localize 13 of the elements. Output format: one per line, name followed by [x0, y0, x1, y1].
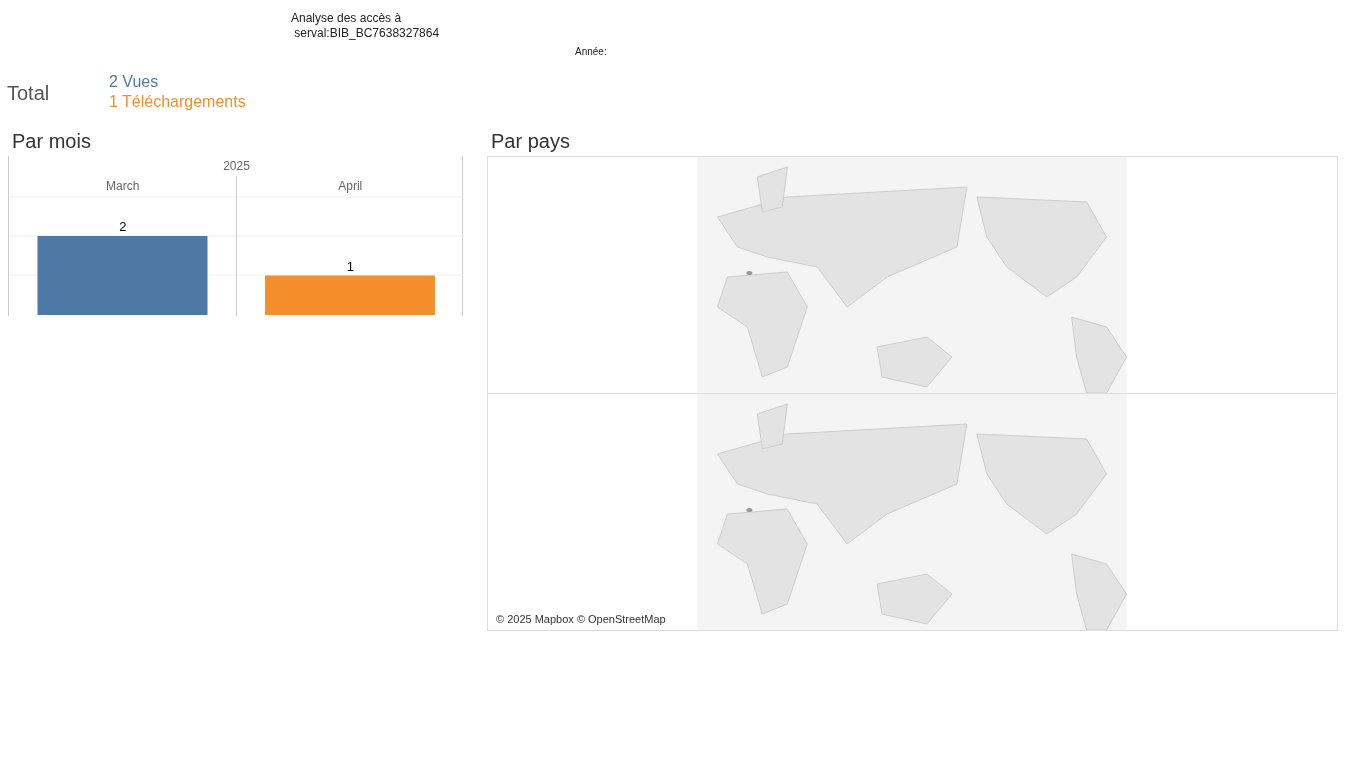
data-label: 2: [119, 219, 127, 234]
report-title: Analyse des accès à: [291, 11, 403, 26]
total-count: 1 Téléchargements: [109, 93, 246, 110]
year-header: 2025: [223, 159, 250, 173]
axis-label: March: [106, 179, 140, 193]
total-count: 2 Vues: [109, 73, 159, 90]
year-filter-label: Année:: [575, 46, 607, 57]
axis-label: April: [338, 179, 363, 193]
data-label: 1: [346, 258, 354, 274]
report-subtitle: serval:BIB_BC7638327864: [293, 26, 441, 41]
section-title: Par pays: [491, 130, 570, 152]
total-label: Total: [7, 82, 50, 104]
section-title: Par mois: [12, 130, 91, 152]
